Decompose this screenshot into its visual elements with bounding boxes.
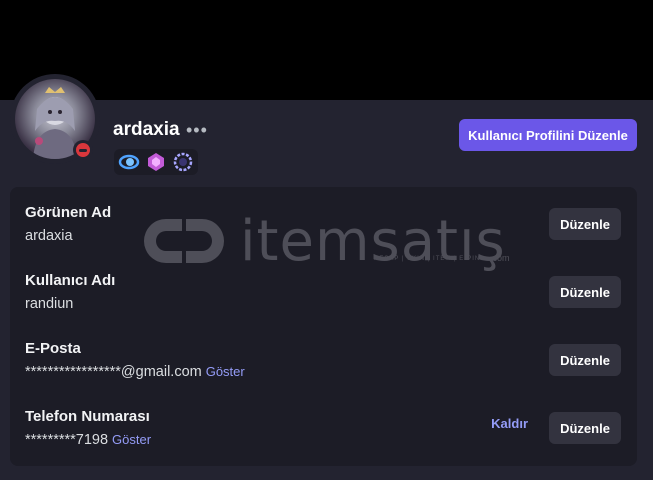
display-name-value: ardaxia xyxy=(25,228,73,244)
boost-gem-badge-icon[interactable] xyxy=(145,151,167,173)
email-value-wrap: *****************@gmail.com Göster xyxy=(25,364,245,380)
email-label: E-Posta xyxy=(25,340,81,357)
email-value: *****************@gmail.com xyxy=(25,364,202,380)
field-row-display-name: Görünen Ad ardaxia Düzenle xyxy=(25,204,622,258)
display-name-label: Görünen Ad xyxy=(25,204,112,221)
profile-username: ardaxia xyxy=(113,119,180,140)
edit-phone-button[interactable]: Düzenle xyxy=(549,412,621,444)
edit-user-profile-button[interactable]: Kullanıcı Profilini Düzenle xyxy=(459,119,637,151)
field-row-phone: Telefon Numarası *********7198 Göster Kal… xyxy=(25,408,622,462)
username-label: Kullanıcı Adı xyxy=(25,272,116,289)
phone-reveal-link[interactable]: Göster xyxy=(112,432,151,447)
nitro-orbit-badge-icon[interactable] xyxy=(118,151,140,173)
edit-username-button[interactable]: Düzenle xyxy=(549,276,621,308)
phone-label: Telefon Numarası xyxy=(25,408,150,425)
email-reveal-link[interactable]: Göster xyxy=(206,364,245,379)
badge-list xyxy=(114,149,198,175)
edit-display-name-button[interactable]: Düzenle xyxy=(549,208,621,240)
username-value: randiun xyxy=(25,296,74,312)
status-dnd-bar xyxy=(79,148,87,152)
laurel-quest-badge-icon[interactable] xyxy=(172,151,194,173)
field-row-username: Kullanıcı Adı randiun Düzenle xyxy=(25,272,622,326)
field-row-email: E-Posta *****************@gmail.com Göste… xyxy=(25,340,622,394)
account-info-card: Görünen Ad ardaxia Düzenle Kullanıcı Adı… xyxy=(10,187,637,466)
phone-value-wrap: *********7198 Göster xyxy=(25,432,151,448)
profile-banner xyxy=(0,0,653,100)
phone-value: *********7198 xyxy=(25,432,109,448)
edit-email-button[interactable]: Düzenle xyxy=(549,344,621,376)
status-dnd-icon xyxy=(73,140,93,160)
remove-phone-button[interactable]: Kaldır xyxy=(491,416,528,431)
ellipsis-icon[interactable]: ••• xyxy=(186,120,208,141)
